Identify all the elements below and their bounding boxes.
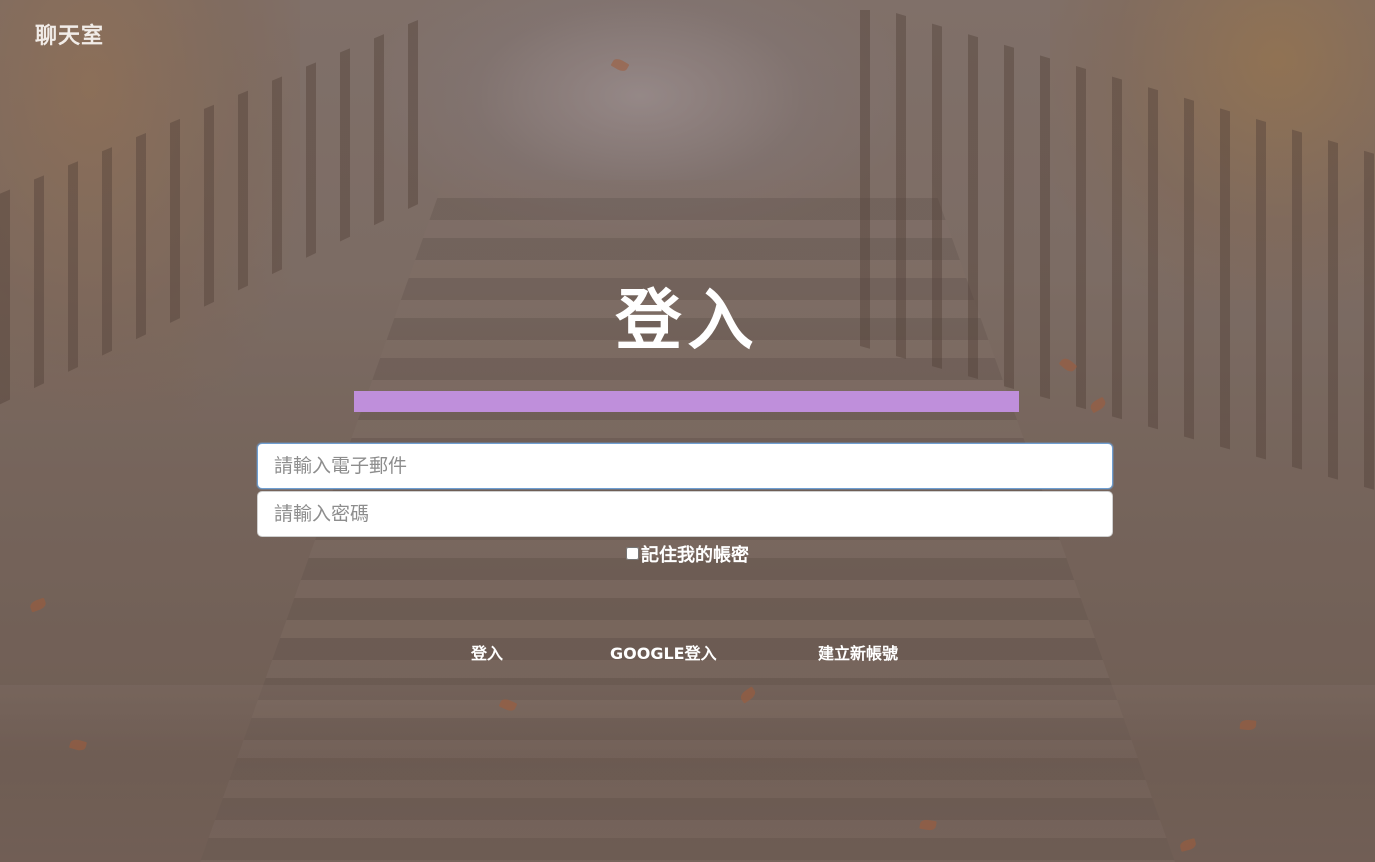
password-input[interactable] (257, 491, 1113, 537)
action-links: 登入 GOOGLE登入 建立新帳號 (0, 640, 1375, 664)
remember-label[interactable]: 記住我的帳密 (641, 545, 749, 566)
title-divider (354, 391, 1019, 412)
email-input[interactable] (257, 443, 1113, 489)
brand-title[interactable]: 聊天室 (35, 18, 104, 50)
page-title: 登入 (615, 282, 760, 359)
google-login-button[interactable]: GOOGLE登入 (610, 640, 717, 664)
background-image (0, 0, 1375, 862)
create-account-button[interactable]: 建立新帳號 (818, 640, 898, 664)
login-button[interactable]: 登入 (471, 640, 503, 664)
remember-checkbox[interactable] (626, 547, 639, 560)
remember-me: 記住我的帳密 (0, 541, 1375, 567)
